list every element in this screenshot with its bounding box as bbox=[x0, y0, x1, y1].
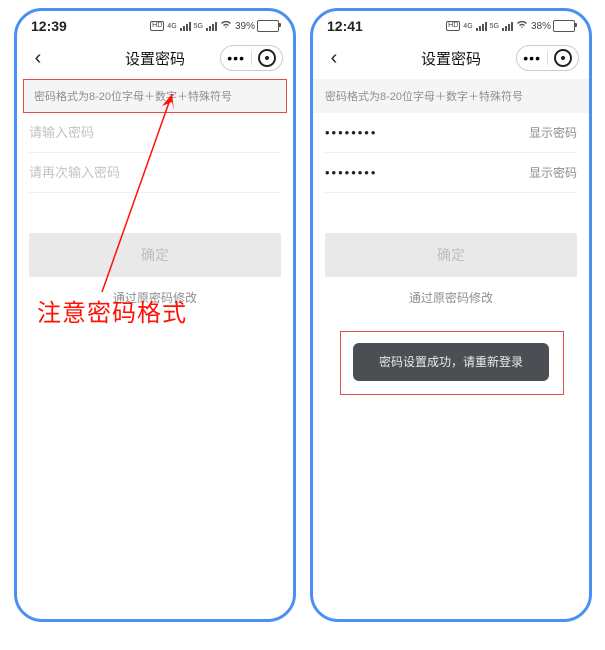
format-hint: 密码格式为8-20位字母＋数字＋特殊符号 bbox=[313, 79, 589, 113]
battery-label: 39% bbox=[235, 21, 255, 32]
wifi-icon bbox=[516, 20, 528, 32]
target-icon[interactable] bbox=[554, 49, 572, 67]
capsule-button[interactable]: ••• bbox=[516, 45, 579, 71]
status-bar: 12:39 HD 4G 5G 39% bbox=[17, 11, 293, 41]
password-input-1[interactable] bbox=[325, 113, 521, 152]
nav-bar: ‹ 设置密码 ••• bbox=[313, 41, 589, 75]
confirm-button[interactable]: 确定 bbox=[325, 233, 577, 277]
annotation-note: 注意密码格式 bbox=[37, 293, 187, 328]
signal-icon-2 bbox=[502, 22, 513, 31]
wifi-icon bbox=[220, 20, 232, 32]
change-by-old-link[interactable]: 通过原密码修改 bbox=[313, 289, 589, 306]
net-label-icon-2: 5G bbox=[490, 23, 499, 30]
signal-icon-2 bbox=[206, 22, 217, 31]
clock: 12:39 bbox=[31, 18, 67, 34]
toast-message: 密码设置成功，请重新登录 bbox=[353, 343, 549, 381]
target-icon[interactable] bbox=[258, 49, 276, 67]
signal-icon-1 bbox=[180, 22, 191, 31]
back-button[interactable]: ‹ bbox=[319, 47, 349, 70]
password-field-2[interactable]: 显示密码 bbox=[325, 153, 577, 193]
clock: 12:41 bbox=[327, 18, 363, 34]
password-input-2[interactable] bbox=[325, 153, 521, 192]
net-label-icon: 4G bbox=[167, 23, 176, 30]
show-password-2[interactable]: 显示密码 bbox=[521, 164, 577, 181]
hd-icon: HD bbox=[446, 21, 460, 31]
password-input-1[interactable] bbox=[29, 113, 281, 152]
net-label-icon-2: 5G bbox=[194, 23, 203, 30]
back-button[interactable]: ‹ bbox=[23, 47, 53, 70]
net-label-icon: 4G bbox=[463, 23, 472, 30]
password-field-1[interactable]: 显示密码 bbox=[325, 113, 577, 153]
format-hint: 密码格式为8-20位字母＋数字＋特殊符号 bbox=[23, 79, 287, 113]
battery-icon bbox=[553, 20, 575, 32]
battery-icon bbox=[257, 20, 279, 32]
signal-icon-1 bbox=[476, 22, 487, 31]
hd-icon: HD bbox=[150, 21, 164, 31]
password-input-2[interactable] bbox=[29, 153, 281, 192]
confirm-button[interactable]: 确定 bbox=[29, 233, 281, 277]
password-field-2[interactable] bbox=[29, 153, 281, 193]
more-icon[interactable]: ••• bbox=[227, 54, 245, 62]
canvas: 12:39 HD 4G 5G 39% ‹ 设置密码 ••• bbox=[0, 0, 605, 650]
phone-right: 12:41 HD 4G 5G 38% ‹ 设置密码 ••• bbox=[310, 8, 592, 622]
password-field-1[interactable] bbox=[29, 113, 281, 153]
nav-bar: ‹ 设置密码 ••• bbox=[17, 41, 293, 75]
battery-label: 38% bbox=[531, 21, 551, 32]
status-bar: 12:41 HD 4G 5G 38% bbox=[313, 11, 589, 41]
more-icon[interactable]: ••• bbox=[523, 54, 541, 62]
capsule-button[interactable]: ••• bbox=[220, 45, 283, 71]
show-password-1[interactable]: 显示密码 bbox=[521, 124, 577, 141]
